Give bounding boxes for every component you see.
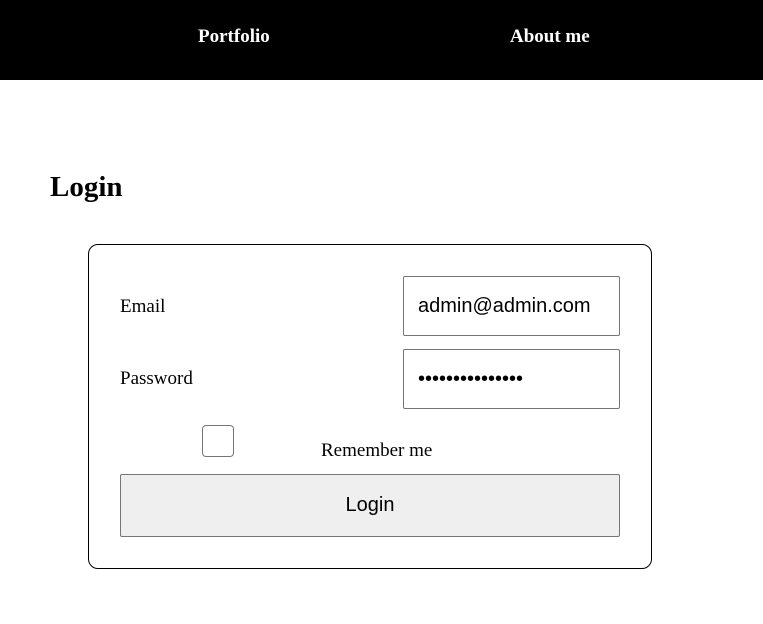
- remember-me-checkbox[interactable]: [202, 425, 234, 457]
- remember-me-label: Remember me: [321, 440, 433, 461]
- email-field[interactable]: [403, 276, 620, 336]
- nav-link-portfolio[interactable]: Portfolio: [198, 24, 270, 50]
- nav-link-about-me[interactable]: About me: [510, 24, 590, 50]
- login-form-card: Email Password Remember me Login: [88, 244, 652, 569]
- top-navbar: Portfolio About me: [0, 0, 763, 80]
- email-label: Email: [120, 296, 166, 317]
- password-label: Password: [120, 368, 193, 389]
- password-field[interactable]: [403, 349, 620, 409]
- login-button[interactable]: Login: [120, 474, 620, 537]
- page-title: Login: [50, 171, 123, 203]
